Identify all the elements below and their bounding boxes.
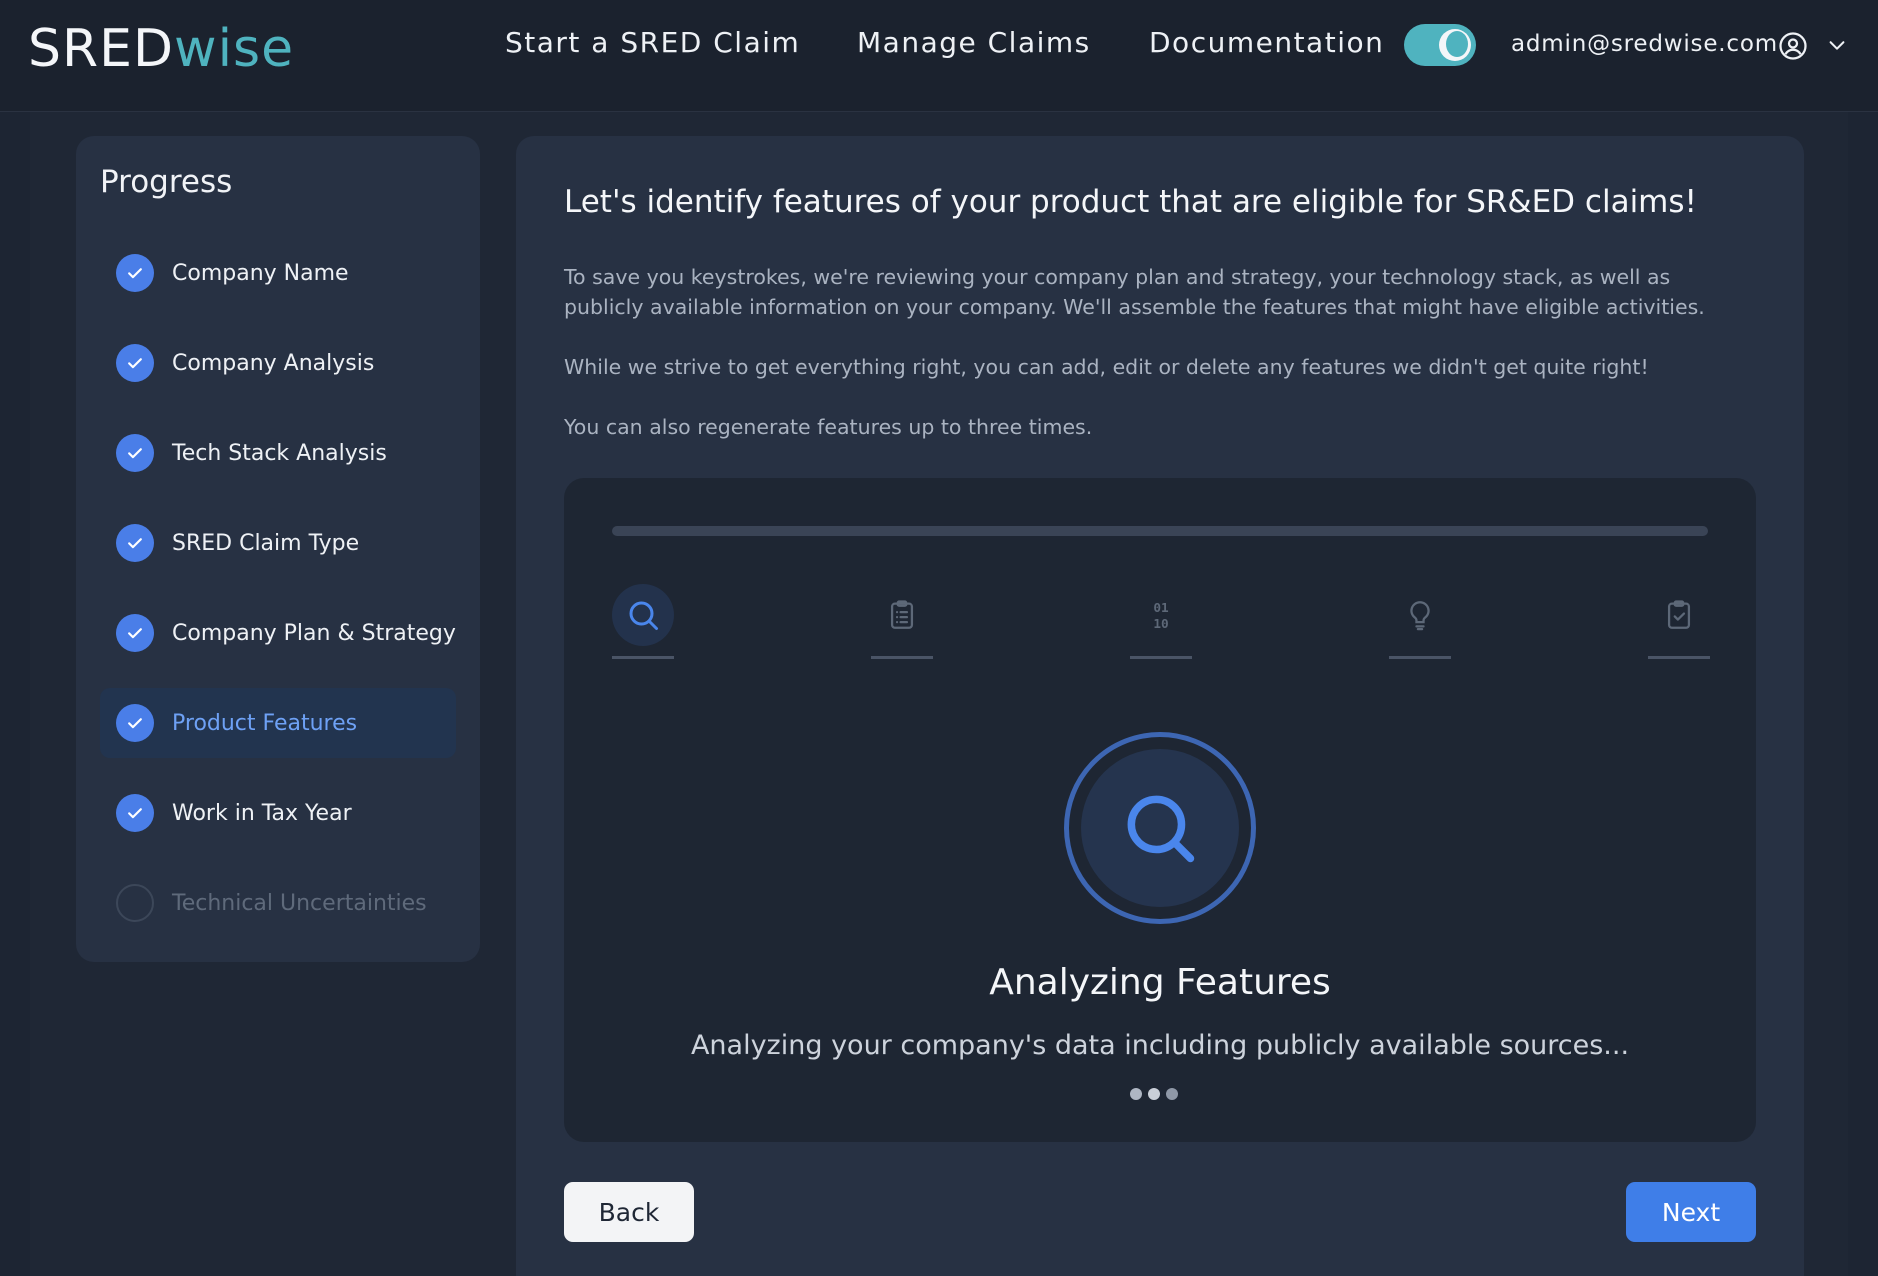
step-tech-stack-analysis[interactable]: Tech Stack Analysis: [100, 418, 456, 488]
regenerate-note-paragraph: You can also regenerate features up to t…: [564, 415, 1093, 439]
user-circle-icon[interactable]: [1778, 31, 1808, 61]
main-content-card: Let's identify features of your product …: [516, 136, 1804, 1276]
step-company-name[interactable]: Company Name: [100, 238, 456, 308]
search-icon: [1127, 795, 1195, 863]
binary-icon: 01 10: [1153, 601, 1169, 632]
check-icon: [116, 344, 154, 382]
step-company-plan-strategy[interactable]: Company Plan & Strategy: [100, 598, 456, 668]
search-icon: [629, 601, 658, 630]
step-label: Company Analysis: [172, 350, 375, 376]
check-icon: [116, 524, 154, 562]
theme-toggle[interactable]: [1404, 24, 1476, 66]
status-subtitle: Analyzing your company's data including …: [690, 1030, 1630, 1061]
step-company-analysis[interactable]: Company Analysis: [100, 328, 456, 398]
next-button[interactable]: Next: [1626, 1182, 1756, 1242]
intro-paragraph-line-2: publicly available information on your c…: [564, 295, 1705, 319]
check-icon: [116, 614, 154, 652]
loading-dots: [1130, 1088, 1178, 1100]
page-heading: Let's identify features of your product …: [564, 184, 1697, 220]
status-title: Analyzing Features: [989, 962, 1331, 1003]
stage-underline: [612, 656, 674, 659]
stage-underline: [1648, 656, 1710, 659]
logo-text-sred: SRED: [28, 19, 175, 79]
loading-dot: [1148, 1088, 1160, 1100]
analyzing-indicator: [1064, 732, 1256, 924]
loading-dot: [1166, 1088, 1178, 1100]
nav-start-sred-claim[interactable]: Start a SRED Claim: [505, 26, 800, 59]
check-icon: [116, 254, 154, 292]
analyzing-inner-circle: [1081, 749, 1239, 907]
stage-binary: 01 10: [1130, 584, 1192, 646]
step-work-in-tax-year[interactable]: Work in Tax Year: [100, 778, 456, 848]
back-button[interactable]: Back: [564, 1182, 694, 1242]
moon-icon: [1446, 31, 1468, 57]
clipboard-check-icon: [1667, 600, 1691, 629]
sredwise-logo[interactable]: SREDwise: [28, 14, 294, 84]
loading-dot: [1130, 1088, 1142, 1100]
stage-clipboard-check: [1648, 584, 1710, 646]
chevron-down-icon[interactable]: [1826, 34, 1848, 56]
clipboard-list-icon: [890, 600, 914, 629]
top-navigation-bar: SREDwise Start a SRED Claim Manage Claim…: [0, 0, 1878, 112]
binary-glyph-bottom: 10: [1153, 617, 1168, 632]
progress-title: Progress: [100, 164, 233, 200]
step-label: Company Name: [172, 260, 349, 286]
analysis-panel: 01 10 Analyzing Features Analyzing your …: [564, 478, 1756, 1142]
check-icon: [116, 434, 154, 472]
binary-glyph-top: 01: [1153, 601, 1169, 616]
stage-search: [612, 584, 674, 646]
step-product-features[interactable]: Product Features: [100, 688, 456, 758]
logo-text-wise: wise: [174, 19, 295, 79]
step-technical-uncertainties[interactable]: Technical Uncertainties: [100, 868, 456, 938]
user-email: admin@sredwise.com: [1511, 31, 1778, 57]
step-label: Company Plan & Strategy: [172, 620, 456, 646]
step-label: Product Features: [172, 710, 358, 736]
edit-note-paragraph: While we strive to get everything right,…: [564, 355, 1649, 379]
step-sred-claim-type[interactable]: SRED Claim Type: [100, 508, 456, 578]
nav-manage-claims[interactable]: Manage Claims: [857, 26, 1091, 59]
progress-track: [612, 526, 1708, 536]
stage-clipboard-list: [871, 584, 933, 646]
step-label: Work in Tax Year: [172, 800, 352, 826]
check-icon: [116, 794, 154, 832]
step-label: SRED Claim Type: [172, 530, 360, 556]
intro-paragraph-line-1: To save you keystrokes, we're reviewing …: [564, 265, 1671, 289]
nav-documentation[interactable]: Documentation: [1149, 26, 1384, 59]
step-label: Technical Uncertainties: [172, 890, 427, 916]
stage-underline: [1130, 656, 1192, 659]
check-icon: [116, 704, 154, 742]
stage-underline: [871, 656, 933, 659]
empty-circle-icon: [116, 884, 154, 922]
stage-lightbulb: [1389, 584, 1451, 646]
lightbulb-icon: [1410, 601, 1430, 631]
stage-underline: [1389, 656, 1451, 659]
step-label: Tech Stack Analysis: [172, 440, 387, 466]
progress-sidebar: Progress Company Name Company Analysis T…: [76, 136, 480, 962]
